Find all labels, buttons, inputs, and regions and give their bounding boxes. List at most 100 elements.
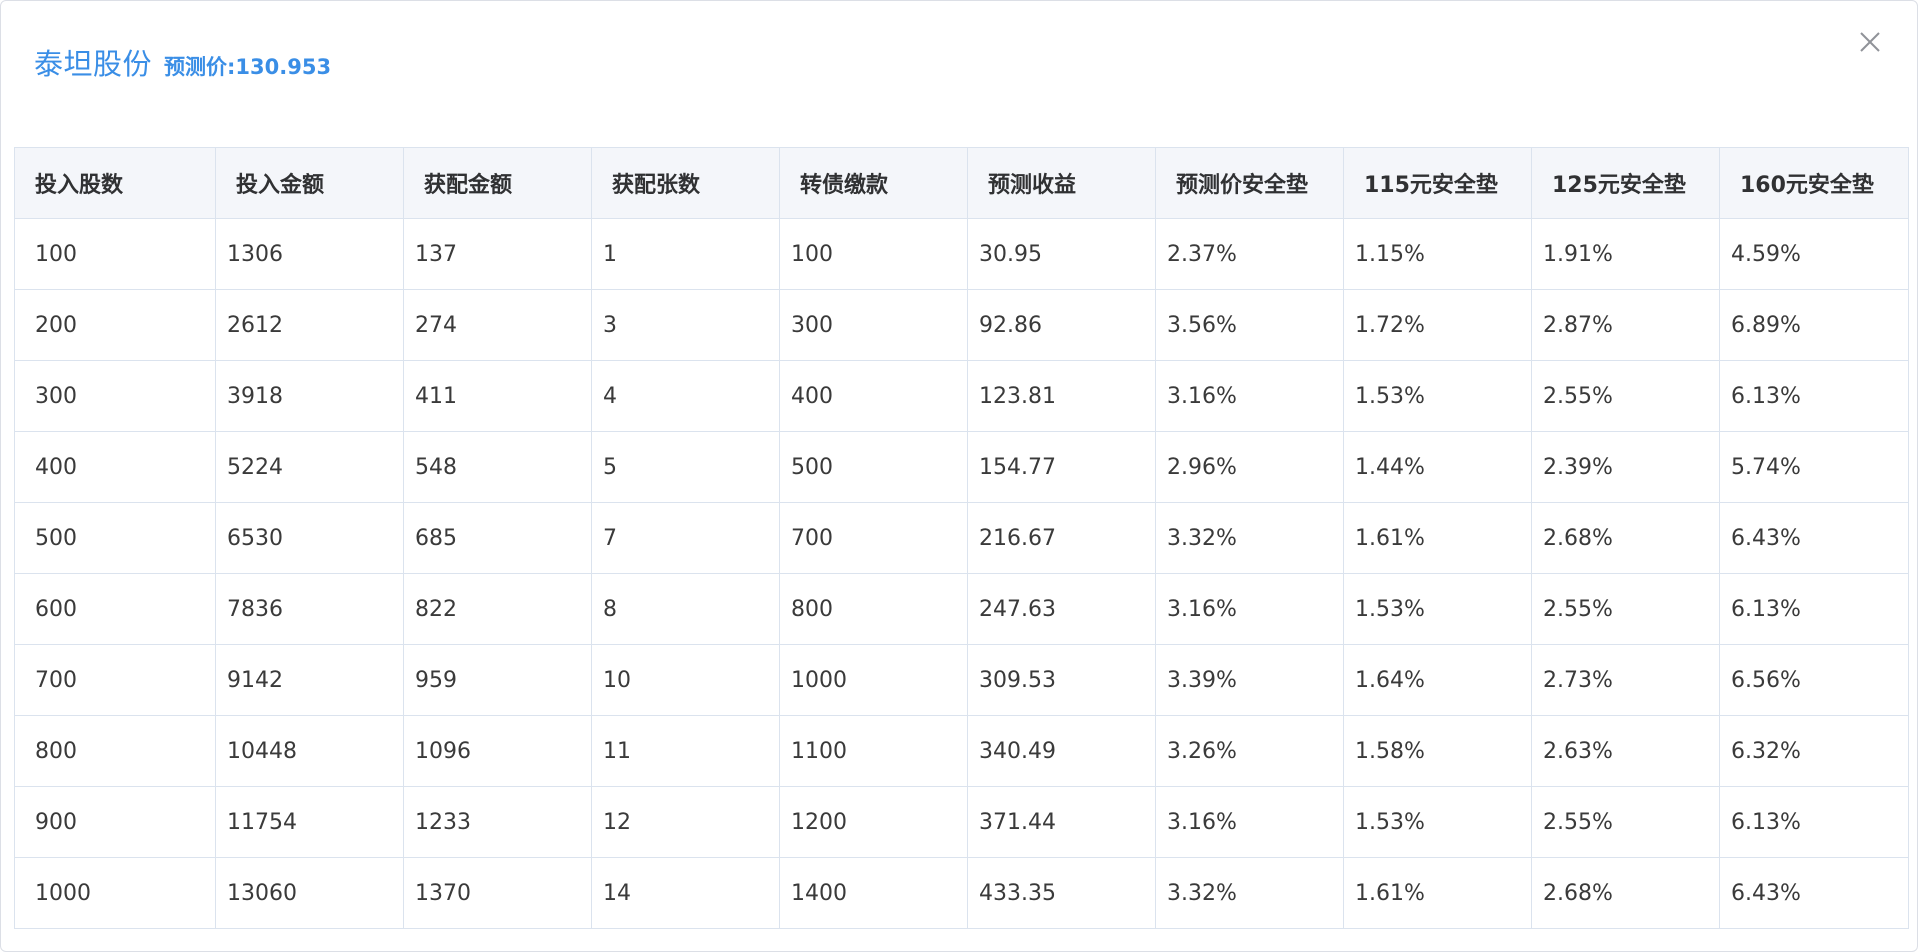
cell-shares-in: 400 — [14, 431, 216, 503]
cell-allotted-amount: 1370 — [403, 857, 592, 929]
column-header-amount-in: 投入金额 — [215, 147, 404, 219]
column-header-cushion-125: 125元安全垫 — [1531, 147, 1720, 219]
table-row: 900 11754 1233 12 1200 371.44 3.16% 1.53% 2.55% 6… — [14, 786, 1909, 858]
cell-predicted-return: 216.67 — [967, 502, 1156, 574]
cell-shares-in: 700 — [14, 644, 216, 716]
cell-amount-in: 2612 — [215, 289, 404, 361]
cell-predicted-cushion: 3.56% — [1155, 289, 1344, 361]
cell-allotted-amount: 822 — [403, 573, 592, 645]
cell-bond-payment: 1200 — [779, 786, 968, 858]
table-row: 100 1306 137 1 100 30.95 2.37% 1.15% 1.91% 4.59% — [14, 218, 1909, 290]
column-header-cushion-115: 115元安全垫 — [1343, 147, 1532, 219]
close-icon[interactable] — [1857, 29, 1883, 55]
cell-predicted-return: 433.35 — [967, 857, 1156, 929]
cell-amount-in: 5224 — [215, 431, 404, 503]
column-header-shares-in: 投入股数 — [14, 147, 216, 219]
cell-predicted-cushion: 2.37% — [1155, 218, 1344, 290]
cell-amount-in: 3918 — [215, 360, 404, 432]
cell-allotted-lots: 1 — [591, 218, 780, 290]
cell-cushion-115: 1.58% — [1343, 715, 1532, 787]
allocation-table: 投入股数 投入金额 获配金额 获配张数 转债缴款 预测收益 预测价安全垫 115元安全垫 125… — [14, 147, 1909, 929]
cell-amount-in: 9142 — [215, 644, 404, 716]
cell-allotted-lots: 4 — [591, 360, 780, 432]
allocation-table-wrapper: 投入股数 投入金额 获配金额 获配张数 转债缴款 预测收益 预测价安全垫 115元安全垫 125… — [14, 147, 1909, 929]
cell-predicted-cushion: 3.32% — [1155, 857, 1344, 929]
column-header-cushion-160: 160元安全垫 — [1719, 147, 1909, 219]
cell-allotted-lots: 8 — [591, 573, 780, 645]
cell-allotted-lots: 12 — [591, 786, 780, 858]
cell-cushion-160: 5.74% — [1719, 431, 1909, 503]
cell-cushion-160: 6.43% — [1719, 502, 1909, 574]
cell-predicted-return: 154.77 — [967, 431, 1156, 503]
cell-amount-in: 6530 — [215, 502, 404, 574]
cell-cushion-125: 1.91% — [1531, 218, 1720, 290]
cell-allotted-lots: 11 — [591, 715, 780, 787]
cell-cushion-160: 6.89% — [1719, 289, 1909, 361]
cell-predicted-cushion: 3.16% — [1155, 786, 1344, 858]
cell-cushion-160: 6.56% — [1719, 644, 1909, 716]
cell-cushion-115: 1.53% — [1343, 360, 1532, 432]
dialog-header: 泰坦股份 预测价:130.953 — [34, 41, 331, 81]
cell-predicted-cushion: 3.39% — [1155, 644, 1344, 716]
cell-allotted-amount: 274 — [403, 289, 592, 361]
cell-cushion-115: 1.53% — [1343, 786, 1532, 858]
table-header-row: 投入股数 投入金额 获配金额 获配张数 转债缴款 预测收益 预测价安全垫 115元安全垫 125… — [14, 147, 1909, 219]
cell-allotted-amount: 1096 — [403, 715, 592, 787]
column-header-bond-payment: 转债缴款 — [779, 147, 968, 219]
cell-cushion-125: 2.55% — [1531, 786, 1720, 858]
dialog-title: 泰坦股份 — [34, 47, 153, 81]
cell-amount-in: 10448 — [215, 715, 404, 787]
table-row: 200 2612 274 3 300 92.86 3.56% 1.72% 2.87% 6.89% — [14, 289, 1909, 361]
table-row: 600 7836 822 8 800 247.63 3.16% 1.53% 2.55% 6.13% — [14, 573, 1909, 645]
cell-bond-payment: 700 — [779, 502, 968, 574]
close-button[interactable] — [1857, 29, 1883, 55]
cell-predicted-return: 340.49 — [967, 715, 1156, 787]
table-row: 400 5224 548 5 500 154.77 2.96% 1.44% 2.39% 5.74% — [14, 431, 1909, 503]
cell-allotted-amount: 137 — [403, 218, 592, 290]
cell-bond-payment: 800 — [779, 573, 968, 645]
cell-cushion-160: 4.59% — [1719, 218, 1909, 290]
cell-cushion-115: 1.72% — [1343, 289, 1532, 361]
cell-shares-in: 500 — [14, 502, 216, 574]
cell-predicted-cushion: 3.26% — [1155, 715, 1344, 787]
cell-allotted-lots: 3 — [591, 289, 780, 361]
cell-allotted-lots: 10 — [591, 644, 780, 716]
cell-cushion-125: 2.73% — [1531, 644, 1720, 716]
cell-shares-in: 1000 — [14, 857, 216, 929]
cell-allotted-lots: 7 — [591, 502, 780, 574]
cell-cushion-115: 1.61% — [1343, 502, 1532, 574]
cell-allotted-amount: 548 — [403, 431, 592, 503]
table-row: 800 10448 1096 11 1100 340.49 3.26% 1.58% 2.63% 6… — [14, 715, 1909, 787]
cell-amount-in: 11754 — [215, 786, 404, 858]
predicted-price: 预测价:130.953 — [164, 55, 332, 79]
cell-cushion-115: 1.61% — [1343, 857, 1532, 929]
cell-bond-payment: 1100 — [779, 715, 968, 787]
cell-amount-in: 7836 — [215, 573, 404, 645]
allocation-dialog: 泰坦股份 预测价:130.953 投入股数 投入金额 获配金额 获配张数 转债缴… — [0, 0, 1918, 952]
cell-predicted-return: 247.63 — [967, 573, 1156, 645]
cell-amount-in: 1306 — [215, 218, 404, 290]
cell-cushion-125: 2.55% — [1531, 573, 1720, 645]
cell-cushion-160: 6.13% — [1719, 786, 1909, 858]
cell-predicted-cushion: 3.16% — [1155, 573, 1344, 645]
cell-predicted-cushion: 3.16% — [1155, 360, 1344, 432]
cell-bond-payment: 500 — [779, 431, 968, 503]
cell-shares-in: 800 — [14, 715, 216, 787]
cell-cushion-125: 2.68% — [1531, 857, 1720, 929]
cell-predicted-return: 92.86 — [967, 289, 1156, 361]
cell-predicted-cushion: 3.32% — [1155, 502, 1344, 574]
cell-predicted-return: 371.44 — [967, 786, 1156, 858]
cell-predicted-return: 309.53 — [967, 644, 1156, 716]
cell-bond-payment: 400 — [779, 360, 968, 432]
cell-bond-payment: 300 — [779, 289, 968, 361]
cell-allotted-amount: 685 — [403, 502, 592, 574]
cell-shares-in: 200 — [14, 289, 216, 361]
cell-cushion-125: 2.63% — [1531, 715, 1720, 787]
cell-predicted-return: 30.95 — [967, 218, 1156, 290]
cell-predicted-cushion: 2.96% — [1155, 431, 1344, 503]
cell-cushion-160: 6.43% — [1719, 857, 1909, 929]
cell-cushion-115: 1.64% — [1343, 644, 1532, 716]
cell-cushion-125: 2.55% — [1531, 360, 1720, 432]
table-body: 100 1306 137 1 100 30.95 2.37% 1.15% 1.91% 4.59% 2… — [14, 218, 1909, 929]
cell-allotted-amount: 1233 — [403, 786, 592, 858]
